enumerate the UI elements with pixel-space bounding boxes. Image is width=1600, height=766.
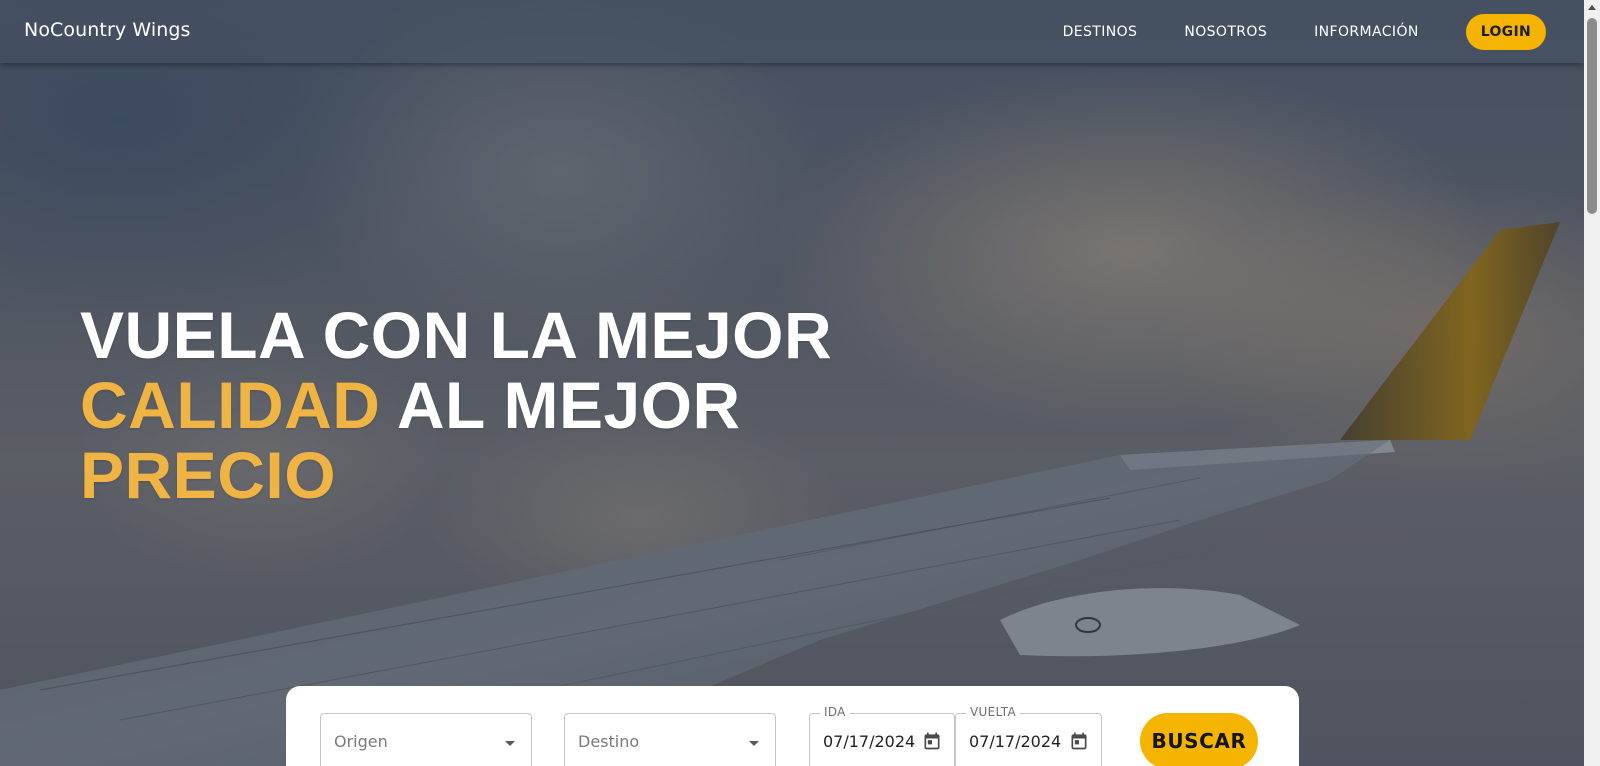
navbar: NoCountry Wings DESTINOS NOSOTROS INFORM… [0,0,1584,63]
ida-date-value[interactable]: 07/17/2024 [823,732,919,751]
nav-links: DESTINOS NOSOTROS INFORMACIÓN LOGIN [1063,14,1546,50]
hero-headline: VUELA CON LA MEJOR CALIDAD AL MEJOR PREC… [80,300,832,510]
vuelta-label: VUELTA [966,705,1021,719]
page: NoCountry Wings DESTINOS NOSOTROS INFORM… [0,0,1600,766]
destination-select[interactable]: Destino [564,713,776,766]
headline-accent-calidad: CALIDAD [80,368,381,442]
headline-line-2-rest: AL MEJOR [380,368,741,442]
nav-link-informacion[interactable]: INFORMACIÓN [1314,24,1419,40]
scroll-up-arrow-icon[interactable] [1588,5,1596,10]
login-button[interactable]: LOGIN [1465,14,1546,50]
headline-line-1: VUELA CON LA MEJOR [80,298,833,372]
headline-line-2: CALIDAD AL MEJOR [80,370,832,440]
headline-accent-precio: PRECIO [80,438,337,512]
origin-placeholder: Origen [334,732,388,751]
origin-select[interactable]: Origen [320,713,532,766]
vuelta-date-value[interactable]: 07/17/2024 [969,732,1065,751]
search-button[interactable]: BUSCAR [1140,713,1258,766]
brand-logo-text[interactable]: NoCountry Wings [24,19,191,41]
scrollbar-thumb[interactable] [1587,18,1597,214]
ida-date-field[interactable]: IDA 07/17/2024 [809,705,955,766]
chevron-down-icon [505,741,515,746]
nav-link-nosotros[interactable]: NOSOTROS [1184,24,1267,40]
page-scrollbar[interactable] [1584,0,1600,766]
calendar-icon[interactable] [1069,731,1089,751]
nav-link-destinos[interactable]: DESTINOS [1063,24,1138,40]
calendar-icon[interactable] [922,731,942,751]
flight-search-card: Origen Destino IDA 07/17/2024 VUELTA 07/… [286,686,1299,766]
destination-placeholder: Destino [578,732,640,751]
ida-label: IDA [820,705,850,719]
vuelta-date-field[interactable]: VUELTA 07/17/2024 [955,705,1102,766]
chevron-down-icon [749,741,759,746]
